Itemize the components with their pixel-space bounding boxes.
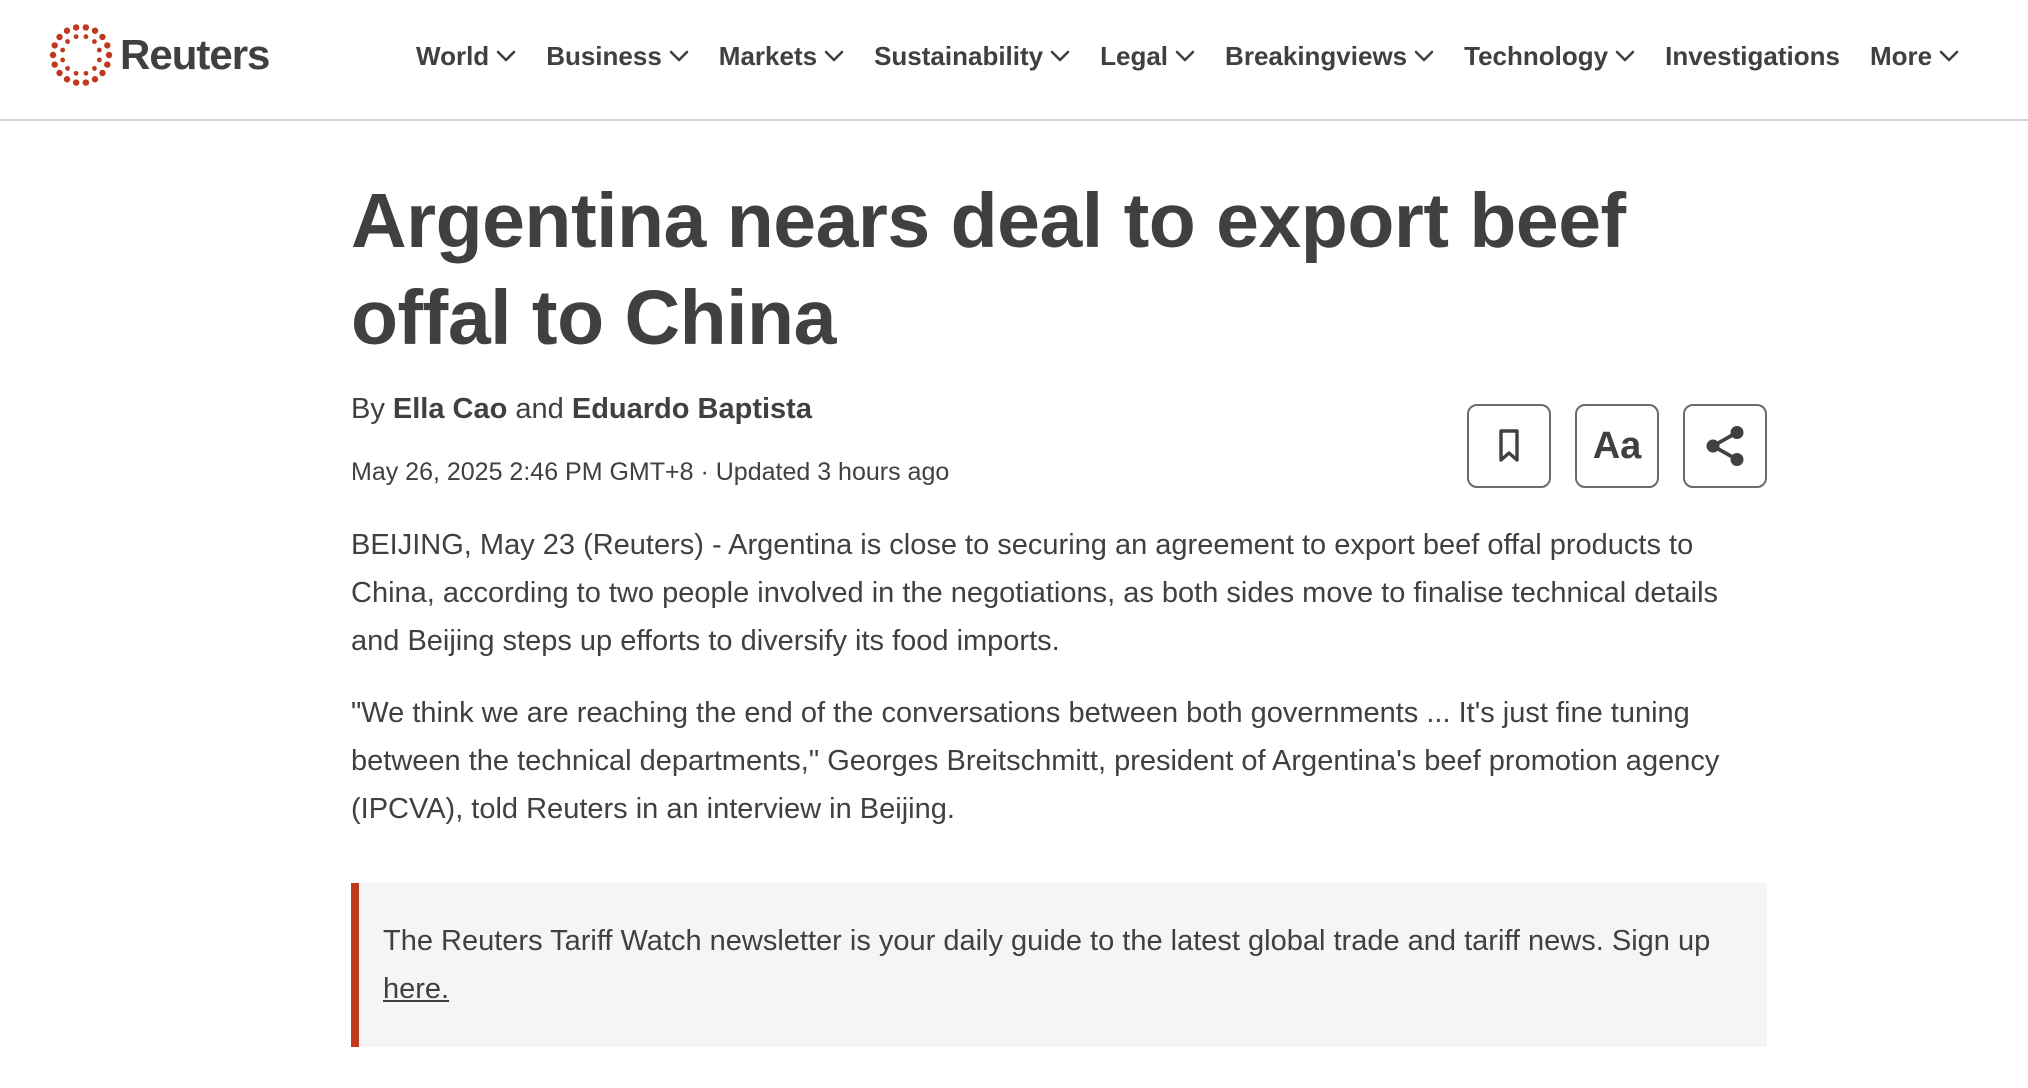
logo-dot <box>82 79 90 86</box>
nav-item-label: Legal <box>1100 40 1169 71</box>
logo-dot <box>96 47 102 53</box>
logo-dot <box>99 33 106 41</box>
article-body: BEIJING, May 23 (Reuters) - Argentina is… <box>351 521 1767 833</box>
author-link[interactable]: Eduardo Baptista <box>572 393 812 425</box>
nav-item-label: World <box>416 40 490 71</box>
author-link[interactable]: Ella Cao <box>393 393 507 425</box>
byline-prefix: By <box>351 393 385 425</box>
nav-item-world[interactable]: World <box>416 41 516 72</box>
article-tools: Aa <box>1467 404 1767 488</box>
bookmark-icon <box>1499 429 1519 462</box>
logo-dot <box>91 76 99 83</box>
logo-dot <box>92 66 97 71</box>
chevron-down-icon <box>1050 50 1070 62</box>
nav-item-more[interactable]: More <box>1870 41 1959 72</box>
byline: By Ella Cao and Eduardo Baptista <box>351 389 812 429</box>
logo-dot <box>60 47 66 53</box>
chevron-down-icon <box>1175 50 1195 62</box>
top-navigation-bar: Reuters World Business Markets Sustainab… <box>0 0 2028 121</box>
chevron-down-icon <box>669 50 689 62</box>
nav-item-label: More <box>1869 40 1933 71</box>
logo-dot <box>63 27 71 34</box>
logo-dot <box>51 42 58 49</box>
article-dateline: May 26, 2025 2:46 PM GMT+8 · Updated 3 h… <box>351 458 950 486</box>
nav-item-label: Technology <box>1464 40 1609 71</box>
logo-dot <box>63 76 71 83</box>
logo-dot <box>83 34 89 40</box>
nav-item-label: Investigations <box>1665 40 1840 71</box>
article: Argentina nears deal to export beef offa… <box>351 121 1767 1047</box>
logo-dot <box>60 57 66 63</box>
nav-item-label: Sustainability <box>874 40 1044 71</box>
nav-item-business[interactable]: Business <box>546 41 689 72</box>
chevron-down-icon <box>496 50 516 62</box>
article-headline: Argentina nears deal to export beef offa… <box>351 178 1626 361</box>
logo-dot <box>104 42 111 49</box>
text-size-button[interactable]: Aa <box>1575 404 1659 488</box>
logo-dot <box>72 24 80 31</box>
reuters-logo-link[interactable]: Reuters <box>48 22 270 88</box>
nav-item-label: Business <box>546 40 662 71</box>
reuters-dot-ring-icon <box>49 24 113 86</box>
logo-dot <box>105 51 113 59</box>
logo-dot <box>82 24 90 31</box>
logo-dot <box>72 79 80 86</box>
logo-dot <box>65 66 70 71</box>
byline-conjunction: and <box>515 393 564 425</box>
logo-dot <box>104 61 111 68</box>
logo-dot <box>99 69 106 77</box>
brand-name: Reuters <box>120 31 270 78</box>
nav-item-technology[interactable]: Technology <box>1464 41 1635 72</box>
nav-item-investigations[interactable]: Investigations <box>1665 41 1840 72</box>
primary-nav: World Business Markets Sustainability Le… <box>416 36 1959 76</box>
nav-item-breakingviews[interactable]: Breakingviews <box>1225 41 1434 72</box>
share-icon <box>1706 426 1744 466</box>
article-paragraph: BEIJING, May 23 (Reuters) - Argentina is… <box>351 529 1719 657</box>
nav-item-label: Markets <box>718 40 818 71</box>
text-size-label: Aa <box>1592 424 1642 467</box>
logo-dot <box>56 69 63 77</box>
chevron-down-icon <box>1414 50 1434 62</box>
nav-item-markets[interactable]: Markets <box>719 41 844 72</box>
article-paragraph: "We think we are reaching the end of the… <box>351 697 1720 825</box>
logo-dot <box>65 39 70 44</box>
bookmark-button[interactable] <box>1467 404 1551 488</box>
chevron-down-icon <box>1615 50 1635 62</box>
newsletter-promo: The Reuters Tariff Watch newsletter is y… <box>351 883 1767 1047</box>
share-button[interactable] <box>1683 404 1767 488</box>
logo-dot <box>51 61 58 68</box>
logo-dot <box>73 34 79 40</box>
newsletter-text: The Reuters Tariff Watch newsletter is y… <box>383 925 1711 957</box>
logo-dot <box>96 57 102 63</box>
logo-dot <box>91 27 99 34</box>
nav-item-legal[interactable]: Legal <box>1100 41 1195 72</box>
nav-item-sustainability[interactable]: Sustainability <box>874 41 1070 72</box>
byline-row: By Ella Cao and Eduardo Baptista May 26,… <box>351 389 1767 521</box>
logo-dot <box>73 70 79 76</box>
logo-dot <box>56 33 63 41</box>
chevron-down-icon <box>824 50 844 62</box>
newsletter-signup-link[interactable]: here. <box>383 973 449 1005</box>
nav-item-label: Breakingviews <box>1225 40 1408 71</box>
chevron-down-icon <box>1939 50 1959 62</box>
logo-dot <box>92 39 97 44</box>
logo-dot <box>49 51 57 59</box>
logo-dot <box>83 70 89 76</box>
